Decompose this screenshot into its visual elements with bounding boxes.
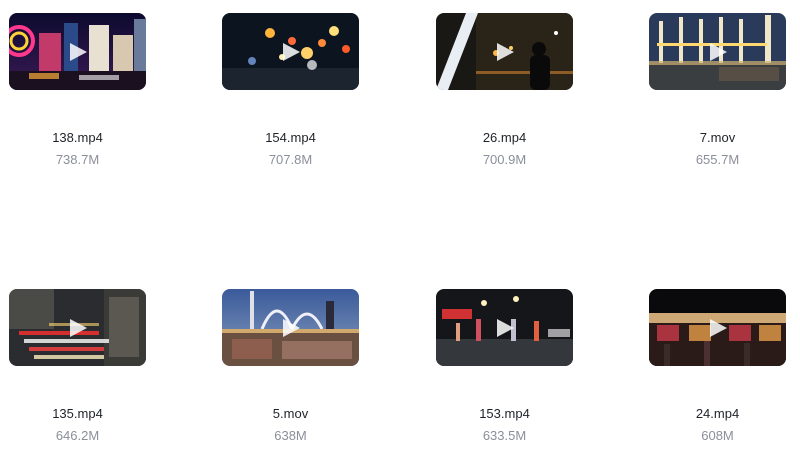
video-filename: 24.mp4: [695, 406, 740, 421]
video-card-26[interactable]: 26.mp4 700.9M: [436, 13, 636, 173]
video-thumbnail[interactable]: [649, 289, 786, 366]
video-filesize: 707.8M: [268, 152, 313, 167]
video-grid: 138.mp4 738.7M 154.mp4 707.8M 26.mp4 700…: [0, 0, 800, 453]
play-icon[interactable]: [707, 317, 729, 339]
play-icon[interactable]: [280, 317, 302, 339]
video-filename: 154.mp4: [265, 130, 316, 145]
video-filesize: 700.9M: [482, 152, 527, 167]
video-filesize: 608M: [701, 428, 734, 443]
video-thumbnail[interactable]: [436, 13, 573, 90]
video-card-7[interactable]: 7.mov 655.7M: [649, 13, 800, 173]
video-card-138[interactable]: 138.mp4 738.7M: [9, 13, 209, 173]
play-icon[interactable]: [494, 41, 516, 63]
video-card-5[interactable]: 5.mov 638M: [222, 289, 422, 449]
play-icon[interactable]: [280, 41, 302, 63]
video-filename: 7.mov: [699, 130, 736, 145]
video-filesize: 638M: [274, 428, 307, 443]
video-thumbnail[interactable]: [222, 13, 359, 90]
video-thumbnail[interactable]: [649, 13, 786, 90]
video-thumbnail[interactable]: [9, 13, 146, 90]
video-card-153[interactable]: 153.mp4 633.5M: [436, 289, 636, 449]
video-thumbnail[interactable]: [436, 289, 573, 366]
video-card-154[interactable]: 154.mp4 707.8M: [222, 13, 422, 173]
play-icon[interactable]: [494, 317, 516, 339]
video-filesize: 738.7M: [55, 152, 100, 167]
play-icon[interactable]: [707, 41, 729, 63]
video-filename: 153.mp4: [479, 406, 530, 421]
video-card-135[interactable]: 135.mp4 646.2M: [9, 289, 209, 449]
video-filesize: 646.2M: [55, 428, 100, 443]
play-icon[interactable]: [67, 317, 89, 339]
video-filename: 5.mov: [272, 406, 309, 421]
video-filename: 135.mp4: [52, 406, 103, 421]
video-filesize: 633.5M: [482, 428, 527, 443]
video-thumbnail[interactable]: [222, 289, 359, 366]
video-filename: 26.mp4: [482, 130, 527, 145]
video-card-24[interactable]: 24.mp4 608M: [649, 289, 800, 449]
video-thumbnail[interactable]: [9, 289, 146, 366]
video-filesize: 655.7M: [695, 152, 740, 167]
play-icon[interactable]: [67, 41, 89, 63]
video-filename: 138.mp4: [52, 130, 103, 145]
